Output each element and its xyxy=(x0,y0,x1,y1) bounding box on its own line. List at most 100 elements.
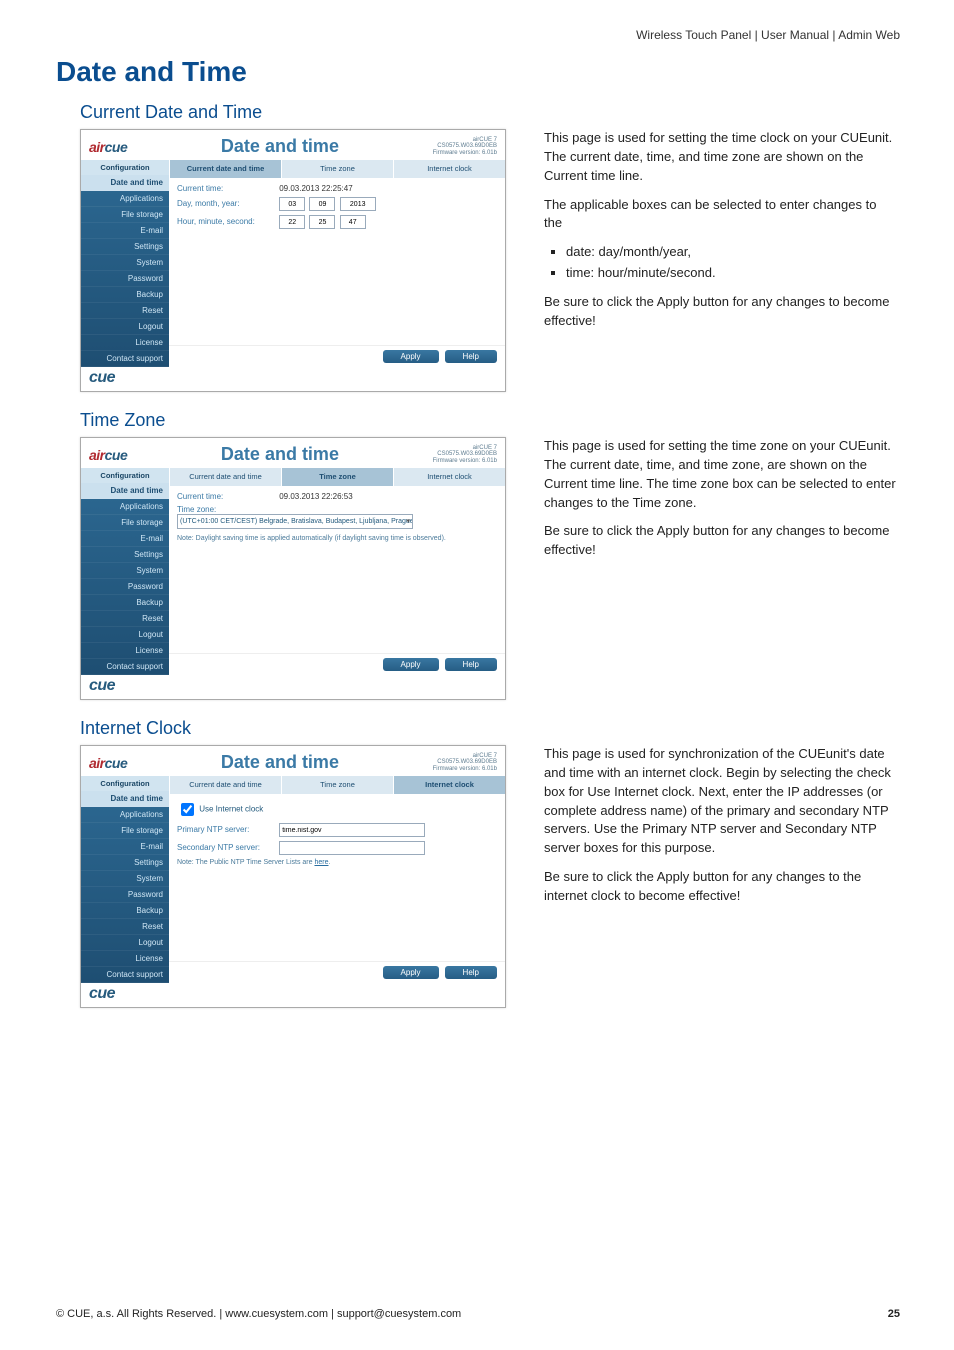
desc-s3-p1: This page is used for synchronization of… xyxy=(544,745,898,858)
input-second[interactable] xyxy=(340,215,366,229)
sidebar-item-logout[interactable]: Logout xyxy=(81,627,169,643)
help-button[interactable]: Help xyxy=(445,350,497,363)
sidebar-item-e-mail[interactable]: E-mail xyxy=(81,531,169,547)
sidebar-item-password[interactable]: Password xyxy=(81,579,169,595)
sidebar-item-contact-support[interactable]: Contact support xyxy=(81,967,169,983)
sidebar-item-settings[interactable]: Settings xyxy=(81,547,169,563)
desc-s1-p2: The applicable boxes can be selected to … xyxy=(544,196,898,234)
sidebar-item-e-mail[interactable]: E-mail xyxy=(81,223,169,239)
sidebar-item-date-and-time[interactable]: Date and time xyxy=(81,175,169,191)
section-title-internet-clock: Internet Clock xyxy=(80,718,898,739)
screenshot-internet-clock: aircue Date and time airCUE 7 CS0575.W03… xyxy=(80,745,506,1008)
panel-title: Date and time xyxy=(221,444,339,465)
page-number: 25 xyxy=(888,1308,900,1320)
checkbox-use-internet-clock[interactable] xyxy=(181,803,194,816)
input-month[interactable] xyxy=(309,197,335,211)
sidebar-item-configuration[interactable]: Configuration xyxy=(81,468,169,483)
apply-button[interactable]: Apply xyxy=(383,350,439,363)
sidebar-item-e-mail[interactable]: E-mail xyxy=(81,839,169,855)
sidebar-item-applications[interactable]: Applications xyxy=(81,191,169,207)
link-here[interactable]: here xyxy=(314,859,328,866)
sidebar-item-settings[interactable]: Settings xyxy=(81,855,169,871)
sidebar-item-reset[interactable]: Reset xyxy=(81,919,169,935)
apply-button[interactable]: Apply xyxy=(383,966,439,979)
page-title: Date and Time xyxy=(56,56,898,88)
tab-internet-clock[interactable]: Internet clock xyxy=(393,468,505,486)
sidebar-item-password[interactable]: Password xyxy=(81,887,169,903)
tab-internet-clock[interactable]: Internet clock xyxy=(393,776,505,794)
sidebar: Configuration Date and time Applications… xyxy=(81,776,169,983)
sidebar-item-file-storage[interactable]: File storage xyxy=(81,823,169,839)
logo-cue-bottom: cue xyxy=(81,367,505,391)
tab-time-zone[interactable]: Time zone xyxy=(281,468,393,486)
sidebar-item-backup[interactable]: Backup xyxy=(81,595,169,611)
logo-cue-bottom: cue xyxy=(81,983,505,1007)
select-time-zone[interactable]: (UTC+01:00 CET/CEST) Belgrade, Bratislav… xyxy=(177,514,413,529)
label-primary-ntp: Primary NTP server: xyxy=(177,825,277,834)
sidebar-item-password[interactable]: Password xyxy=(81,271,169,287)
logo-aircue: aircue xyxy=(89,447,127,463)
sidebar-item-file-storage[interactable]: File storage xyxy=(81,207,169,223)
sidebar-item-license[interactable]: License xyxy=(81,951,169,967)
tab-internet-clock[interactable]: Internet clock xyxy=(393,160,505,178)
tab-time-zone[interactable]: Time zone xyxy=(281,776,393,794)
input-minute[interactable] xyxy=(309,215,335,229)
logo-aircue: aircue xyxy=(89,755,127,771)
help-button[interactable]: Help xyxy=(445,966,497,979)
label-secondary-ntp: Secondary NTP server: xyxy=(177,843,277,852)
desc-s3-p2: Be sure to click the Apply button for an… xyxy=(544,868,898,906)
page-header: Wireless Touch Panel | User Manual | Adm… xyxy=(636,28,900,42)
help-button[interactable]: Help xyxy=(445,658,497,671)
input-hour[interactable] xyxy=(279,215,305,229)
sidebar-item-contact-support[interactable]: Contact support xyxy=(81,351,169,367)
sidebar-item-license[interactable]: License xyxy=(81,643,169,659)
label-hour-minute-second: Hour, minute, second: xyxy=(177,217,277,226)
sidebar-item-contact-support[interactable]: Contact support xyxy=(81,659,169,675)
sidebar-item-settings[interactable]: Settings xyxy=(81,239,169,255)
tab-current-date-time[interactable]: Current date and time xyxy=(169,468,281,486)
apply-button[interactable]: Apply xyxy=(383,658,439,671)
sidebar-item-system[interactable]: System xyxy=(81,563,169,579)
logo-cue-bottom: cue xyxy=(81,675,505,699)
label-day-month-year: Day, month, year: xyxy=(177,199,277,208)
desc-s2-p1: This page is used for setting the time z… xyxy=(544,437,898,512)
sidebar-item-date-and-time[interactable]: Date and time xyxy=(81,483,169,499)
input-day[interactable] xyxy=(279,197,305,211)
note-dst: Note: Daylight saving time is applied au… xyxy=(177,535,497,542)
panel-title: Date and time xyxy=(221,752,339,773)
sidebar-item-applications[interactable]: Applications xyxy=(81,807,169,823)
sidebar-item-logout[interactable]: Logout xyxy=(81,935,169,951)
sidebar-item-backup[interactable]: Backup xyxy=(81,903,169,919)
input-primary-ntp[interactable] xyxy=(279,823,425,837)
sidebar-item-applications[interactable]: Applications xyxy=(81,499,169,515)
sidebar-item-configuration[interactable]: Configuration xyxy=(81,776,169,791)
tab-current-date-time[interactable]: Current date and time xyxy=(169,776,281,794)
panel-meta: airCUE 7 CS0575.W03.69D0EB Firmware vers… xyxy=(433,445,497,465)
sidebar-item-reset[interactable]: Reset xyxy=(81,611,169,627)
screenshot-current-date-time: aircue Date and time airCUE 7 CS0575.W03… xyxy=(80,129,506,392)
sidebar-item-file-storage[interactable]: File storage xyxy=(81,515,169,531)
logo-aircue: aircue xyxy=(89,139,127,155)
note-ntp-list: Note: The Public NTP Time Server Lists a… xyxy=(177,859,497,866)
tab-time-zone[interactable]: Time zone xyxy=(281,160,393,178)
desc-s1-li2: time: hour/minute/second. xyxy=(566,264,898,283)
label-time-zone: Time zone: xyxy=(177,505,277,514)
sidebar-item-backup[interactable]: Backup xyxy=(81,287,169,303)
sidebar-item-date-and-time[interactable]: Date and time xyxy=(81,791,169,807)
sidebar: Configuration Date and time Applications… xyxy=(81,160,169,367)
sidebar-item-reset[interactable]: Reset xyxy=(81,303,169,319)
desc-s1-p3: Be sure to click the Apply button for an… xyxy=(544,293,898,331)
label-use-internet-clock: Use Internet clock xyxy=(199,805,263,814)
value-current-time: 09.03.2013 22:26:53 xyxy=(279,492,352,501)
input-year[interactable] xyxy=(340,197,376,211)
sidebar-item-configuration[interactable]: Configuration xyxy=(81,160,169,175)
tab-current-date-time[interactable]: Current date and time xyxy=(169,160,281,178)
sidebar-item-license[interactable]: License xyxy=(81,335,169,351)
footer-left: © CUE, a.s. All Rights Reserved. | www.c… xyxy=(56,1308,461,1320)
sidebar-item-system[interactable]: System xyxy=(81,871,169,887)
sidebar-item-system[interactable]: System xyxy=(81,255,169,271)
input-secondary-ntp[interactable] xyxy=(279,841,425,855)
desc-s1-p1: This page is used for setting the time c… xyxy=(544,129,898,186)
section-title-time-zone: Time Zone xyxy=(80,410,898,431)
sidebar-item-logout[interactable]: Logout xyxy=(81,319,169,335)
